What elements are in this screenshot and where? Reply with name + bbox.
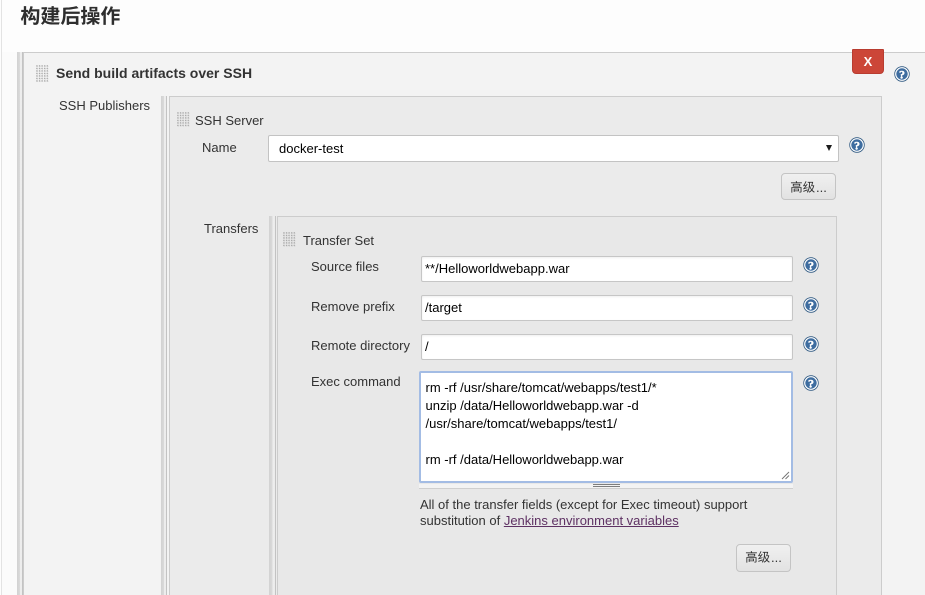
svg-text:?: ? <box>808 298 814 312</box>
svg-text:?: ? <box>808 376 814 390</box>
svg-text:?: ? <box>899 67 905 81</box>
svg-text:?: ? <box>854 138 860 152</box>
svg-text:?: ? <box>808 258 814 272</box>
svg-text:?: ? <box>808 337 814 351</box>
